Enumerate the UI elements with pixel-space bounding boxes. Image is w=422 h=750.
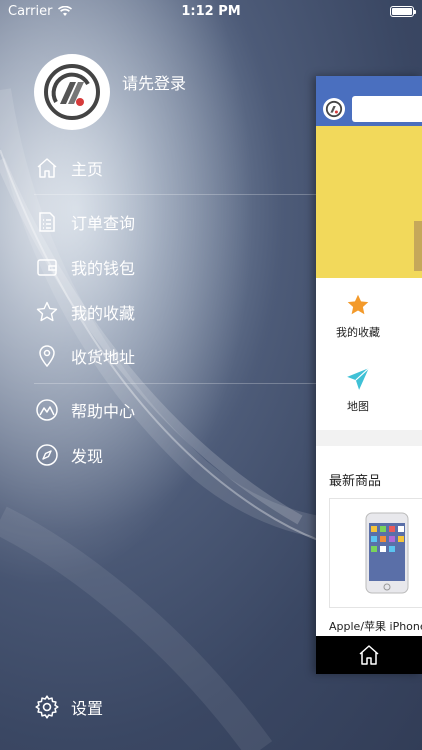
preview-tab-bar xyxy=(316,636,422,674)
settings-label: 设置 xyxy=(71,699,104,718)
wallet-icon xyxy=(34,254,60,280)
battery-icon xyxy=(390,5,416,17)
preview-shortcut-favorites[interactable]: 我的收藏 xyxy=(323,292,393,340)
preview-banner[interactable] xyxy=(316,126,422,278)
banner-image xyxy=(414,221,422,271)
menu-item-favorites[interactable]: 我的收藏 xyxy=(34,292,135,332)
menu-item-address[interactable]: 收货地址 xyxy=(34,336,135,376)
compass-icon xyxy=(34,442,60,468)
shortcut-label: 我的收藏 xyxy=(336,326,380,339)
section-title: 最新商品 xyxy=(329,474,382,489)
shortcut-label: 地图 xyxy=(347,400,369,413)
menu-item-settings[interactable]: 设置 xyxy=(34,687,103,727)
menu-item-home[interactable]: 主页 xyxy=(34,148,103,188)
main-screen-preview[interactable]: 我的收藏 地图 最新商品 Apple/苹果 iPhone xyxy=(316,76,422,674)
login-prompt[interactable]: 请先登录 xyxy=(122,70,186,94)
paper-plane-icon xyxy=(347,367,370,390)
avatar[interactable] xyxy=(34,54,110,130)
star-icon xyxy=(34,299,60,325)
menu-item-label: 收货地址 xyxy=(71,348,136,367)
location-pin-icon xyxy=(34,343,60,369)
brand-logo-icon xyxy=(44,64,100,120)
preview-shortcut-grid: 我的收藏 地图 xyxy=(316,278,422,430)
product-card[interactable] xyxy=(329,498,422,608)
menu-item-orders[interactable]: 订单查询 xyxy=(34,202,135,242)
home-icon xyxy=(34,155,60,181)
home-icon[interactable] xyxy=(357,643,381,667)
menu-item-label: 我的收藏 xyxy=(71,304,136,323)
menu-divider xyxy=(34,383,316,384)
gear-icon xyxy=(34,694,60,720)
product-name: Apple/苹果 iPhone xyxy=(329,620,422,633)
menu-item-wallet[interactable]: 我的钱包 xyxy=(34,247,135,287)
preview-shortcut-map[interactable]: 地图 xyxy=(323,366,393,414)
preview-new-products: 最新商品 Apple/苹果 iPhone xyxy=(316,446,422,646)
menu-item-help[interactable]: 帮助中心 xyxy=(34,390,135,430)
status-time: 1:12 PM xyxy=(181,3,241,19)
menu-item-label: 发现 xyxy=(71,447,104,466)
star-icon xyxy=(347,294,369,315)
order-list-icon xyxy=(34,209,60,235)
menu-item-discover[interactable]: 发现 xyxy=(34,435,103,475)
phone-product-image xyxy=(365,512,409,594)
status-bar: Carrier 1:12 PM xyxy=(0,0,422,22)
mountain-icon xyxy=(34,397,60,423)
preview-search-input[interactable] xyxy=(352,96,422,122)
menu-item-label: 我的钱包 xyxy=(71,259,136,278)
menu-divider xyxy=(34,194,316,195)
menu-item-label: 主页 xyxy=(71,160,104,179)
preview-logo-icon[interactable] xyxy=(323,98,345,120)
menu-item-label: 订单查询 xyxy=(71,214,136,233)
menu-item-label: 帮助中心 xyxy=(71,402,136,421)
